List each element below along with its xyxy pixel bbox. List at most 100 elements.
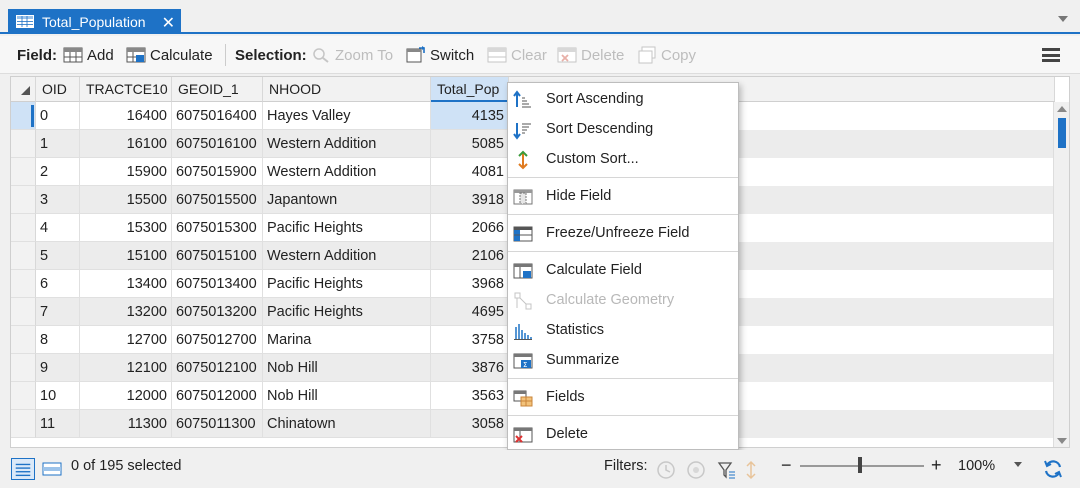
menu-sort-descending[interactable]: Sort Descending bbox=[508, 115, 738, 145]
refresh-button[interactable] bbox=[1042, 454, 1064, 484]
table-cell[interactable]: 6 bbox=[36, 270, 80, 298]
table-cell[interactable]: 2066 bbox=[431, 214, 509, 242]
table-cell[interactable]: 6075016400 bbox=[172, 102, 263, 130]
zoom-dropdown-icon[interactable] bbox=[1014, 462, 1022, 467]
table-cell[interactable]: 15100 bbox=[80, 242, 172, 270]
table-cell[interactable]: 6075012000 bbox=[172, 382, 263, 410]
switch-button[interactable]: Switch bbox=[406, 36, 474, 74]
row-header[interactable] bbox=[11, 382, 36, 410]
zoom-slider-thumb[interactable] bbox=[858, 457, 862, 473]
add-field-button[interactable]: Add bbox=[63, 36, 114, 74]
menu-freeze-field[interactable]: Freeze/Unfreeze Field bbox=[508, 219, 738, 249]
table-cell[interactable]: 5 bbox=[36, 242, 80, 270]
table-cell[interactable]: 16400 bbox=[80, 102, 172, 130]
table-cell[interactable]: Pacific Heights bbox=[263, 298, 431, 326]
table-cell[interactable]: 0 bbox=[36, 102, 80, 130]
menu-statistics[interactable]: Statistics bbox=[508, 316, 738, 346]
table-cell[interactable]: 12100 bbox=[80, 354, 172, 382]
table-cell[interactable]: 3563 bbox=[431, 382, 509, 410]
menu-hide-field[interactable]: Hide Field bbox=[508, 182, 738, 212]
options-menu-icon[interactable] bbox=[1042, 48, 1060, 62]
row-header[interactable] bbox=[11, 354, 36, 382]
zoom-out-button[interactable]: − bbox=[781, 450, 792, 480]
table-cell[interactable]: 12700 bbox=[80, 326, 172, 354]
table-cell[interactable]: 3758 bbox=[431, 326, 509, 354]
scroll-down-icon[interactable] bbox=[1057, 438, 1067, 444]
table-cell[interactable]: 1 bbox=[36, 130, 80, 158]
zoom-level[interactable]: 100% bbox=[958, 451, 995, 481]
zoom-to-button[interactable]: Zoom To bbox=[311, 36, 393, 74]
table-cell[interactable]: Pacific Heights bbox=[263, 270, 431, 298]
table-cell[interactable]: 4081 bbox=[431, 158, 509, 186]
table-cell[interactable]: 2106 bbox=[431, 242, 509, 270]
zoom-slider-track[interactable] bbox=[800, 465, 924, 467]
scroll-thumb[interactable] bbox=[1058, 118, 1066, 148]
row-header[interactable] bbox=[11, 410, 36, 438]
menu-custom-sort[interactable]: Custom Sort... bbox=[508, 145, 738, 175]
column-header-geoid1[interactable]: GEOID_1 bbox=[172, 77, 263, 102]
table-cell[interactable]: Hayes Valley bbox=[263, 102, 431, 130]
table-cell[interactable]: 6075012100 bbox=[172, 354, 263, 382]
row-header[interactable] bbox=[11, 130, 36, 158]
row-header[interactable] bbox=[11, 158, 36, 186]
table-cell[interactable]: 13200 bbox=[80, 298, 172, 326]
table-cell[interactable]: 6075015100 bbox=[172, 242, 263, 270]
table-cell[interactable]: 12000 bbox=[80, 382, 172, 410]
menu-calculate-field[interactable]: Calculate Field bbox=[508, 256, 738, 286]
row-header[interactable] bbox=[11, 326, 36, 354]
scroll-up-icon[interactable] bbox=[1057, 106, 1067, 112]
table-cell[interactable]: 3876 bbox=[431, 354, 509, 382]
tab-total-population[interactable]: Total_Population ✕ bbox=[8, 9, 181, 34]
table-cell[interactable]: 9 bbox=[36, 354, 80, 382]
table-cell[interactable]: Western Addition bbox=[263, 158, 431, 186]
table-cell[interactable]: 6075012700 bbox=[172, 326, 263, 354]
table-cell[interactable]: Western Addition bbox=[263, 130, 431, 158]
column-header-total-pop[interactable]: Total_Pop bbox=[431, 77, 509, 102]
row-header[interactable] bbox=[11, 214, 36, 242]
vertical-scrollbar[interactable] bbox=[1053, 102, 1069, 447]
table-cell[interactable]: 7 bbox=[36, 298, 80, 326]
table-cell[interactable]: 15300 bbox=[80, 214, 172, 242]
menu-fields[interactable]: Fields bbox=[508, 383, 738, 413]
table-cell[interactable]: 11 bbox=[36, 410, 80, 438]
zoom-in-button[interactable]: + bbox=[931, 450, 942, 480]
column-header-nhood[interactable]: NHOOD bbox=[263, 77, 431, 102]
selected-view-button[interactable] bbox=[41, 454, 63, 484]
table-cell[interactable]: 6075015500 bbox=[172, 186, 263, 214]
table-cell[interactable]: 3918 bbox=[431, 186, 509, 214]
delete-button[interactable]: Delete bbox=[557, 36, 624, 74]
table-cell[interactable]: Nob Hill bbox=[263, 382, 431, 410]
table-view-button[interactable] bbox=[11, 454, 35, 484]
row-header[interactable] bbox=[11, 270, 36, 298]
table-cell[interactable]: 13400 bbox=[80, 270, 172, 298]
menu-summarize[interactable]: Σ Summarize bbox=[508, 346, 738, 376]
table-cell[interactable]: 15500 bbox=[80, 186, 172, 214]
table-cell[interactable]: 4695 bbox=[431, 298, 509, 326]
column-header-tractce10[interactable]: TRACTCE10 bbox=[80, 77, 172, 102]
close-icon[interactable]: ✕ bbox=[162, 13, 175, 33]
table-cell[interactable]: 8 bbox=[36, 326, 80, 354]
select-all-corner[interactable] bbox=[11, 77, 36, 102]
menu-calculate-geometry[interactable]: Calculate Geometry bbox=[508, 286, 738, 316]
table-cell[interactable]: Western Addition bbox=[263, 242, 431, 270]
table-cell[interactable]: 6075013400 bbox=[172, 270, 263, 298]
table-cell[interactable]: 6075015900 bbox=[172, 158, 263, 186]
time-filter-icon[interactable] bbox=[656, 455, 676, 485]
menu-sort-ascending[interactable]: Sort Ascending bbox=[508, 85, 738, 115]
menu-delete-field[interactable]: Delete bbox=[508, 420, 738, 450]
table-cell[interactable]: Pacific Heights bbox=[263, 214, 431, 242]
table-cell[interactable]: Japantown bbox=[263, 186, 431, 214]
table-cell[interactable]: 6075013200 bbox=[172, 298, 263, 326]
table-cell[interactable]: 6075015300 bbox=[172, 214, 263, 242]
column-header-oid[interactable]: OID bbox=[36, 77, 80, 102]
table-cell[interactable]: 10 bbox=[36, 382, 80, 410]
table-cell[interactable]: 4 bbox=[36, 214, 80, 242]
table-cell[interactable]: 11300 bbox=[80, 410, 172, 438]
table-cell[interactable]: Marina bbox=[263, 326, 431, 354]
table-cell[interactable]: 15900 bbox=[80, 158, 172, 186]
copy-button[interactable]: Copy bbox=[637, 36, 696, 74]
row-header[interactable] bbox=[11, 102, 36, 130]
table-cell[interactable]: 3968 bbox=[431, 270, 509, 298]
row-header[interactable] bbox=[11, 298, 36, 326]
table-cell[interactable]: 6075011300 bbox=[172, 410, 263, 438]
